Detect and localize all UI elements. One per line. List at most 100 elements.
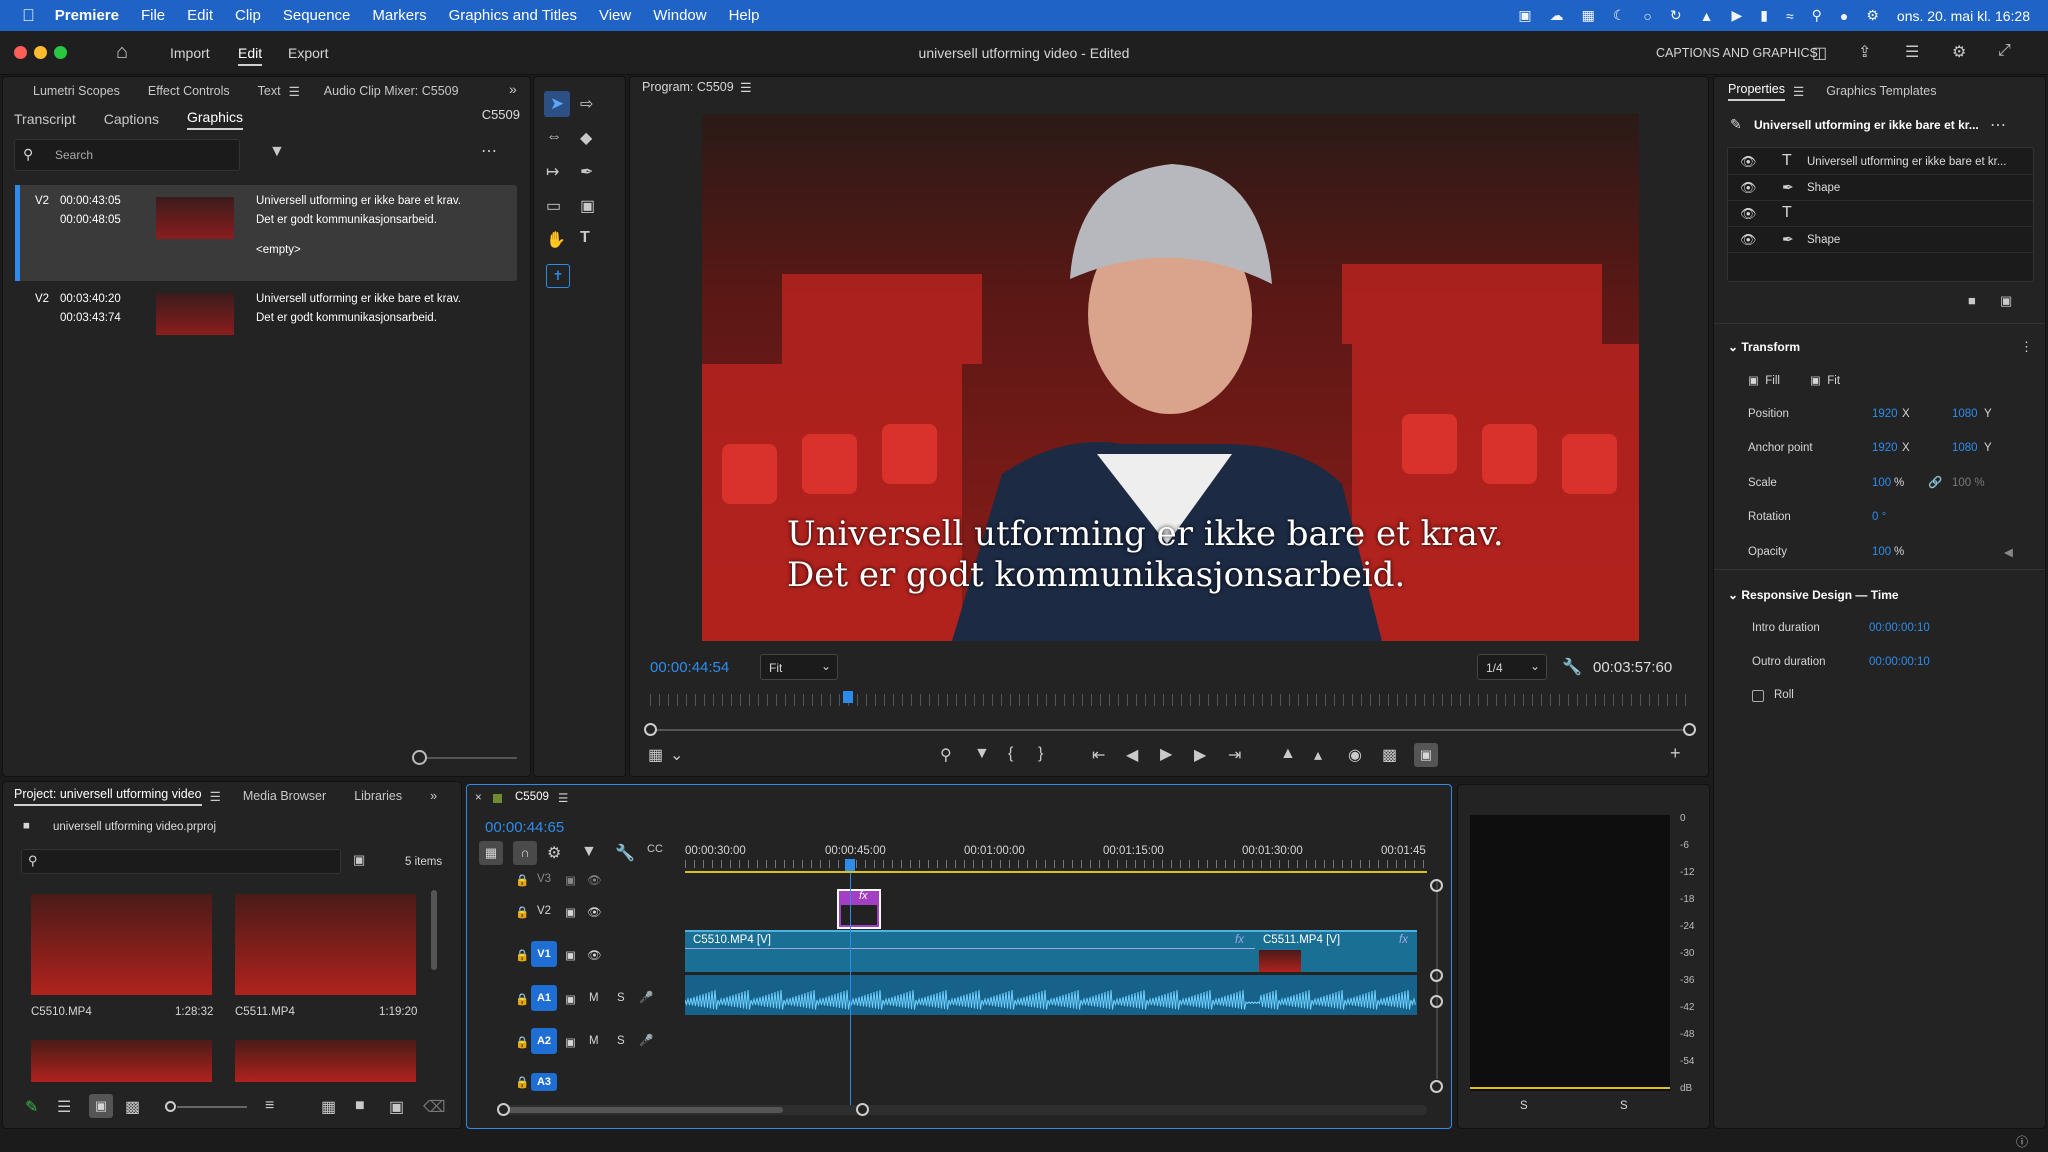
share-icon[interactable]: ⇪ <box>1858 42 1871 62</box>
scroll-handle[interactable] <box>1430 995 1443 1008</box>
extract-frame-icon[interactable]: ⚲ <box>940 745 952 765</box>
calendar-icon[interactable]: ▦ <box>1582 7 1595 24</box>
channel-solo-right[interactable]: S <box>1620 1100 1628 1112</box>
menu-icon[interactable]: ☰ <box>1793 84 1804 99</box>
toggle-sync-icon[interactable]: ▣ <box>565 873 576 887</box>
automate-icon[interactable]: ▦ <box>321 1097 336 1117</box>
clip-thumbnail[interactable] <box>31 894 212 995</box>
menu-edit[interactable]: Edit <box>187 7 213 24</box>
eye-icon[interactable]: 👁 <box>587 905 602 919</box>
layer-row[interactable]: 👁 T <box>1728 202 2033 227</box>
more-options-icon[interactable]: ⋯ <box>481 141 497 161</box>
battery-icon[interactable]: ▮ <box>1760 7 1768 24</box>
menu-icon[interactable]: ☰ <box>289 84 300 99</box>
creative-cloud-icon[interactable]: ○ <box>1643 8 1651 24</box>
sync-icon[interactable]: ↻ <box>1670 7 1682 24</box>
graphic-clip[interactable]: fx <box>837 889 881 929</box>
add-marker-icon[interactable]: ▼ <box>974 745 990 763</box>
timeline-playhead[interactable] <box>845 859 855 871</box>
type-tool-icon[interactable]: T <box>580 229 590 247</box>
ripple-edit-tool-icon[interactable]: ⇔ <box>546 128 562 146</box>
menu-graphics-titles[interactable]: Graphics and Titles <box>449 7 577 24</box>
anchor-y-value[interactable]: 1080 <box>1952 442 1978 454</box>
play-circle-icon[interactable]: ▶ <box>1731 7 1742 24</box>
go-to-in-icon[interactable]: ⇤ <box>1092 745 1105 765</box>
mark-in-icon[interactable]: { <box>1008 745 1013 763</box>
siri-icon[interactable]: ● <box>1840 8 1848 24</box>
wrench-icon[interactable]: 🔧 <box>1562 657 1582 677</box>
panel-layout-icon[interactable]: ◫ <box>1812 43 1827 63</box>
rectangle-tool-icon[interactable]: ▭ <box>546 196 561 216</box>
hand-tool-icon[interactable]: ✋ <box>546 230 566 250</box>
fit-button[interactable]: ▣ Fit <box>1810 373 1840 387</box>
close-icon[interactable]: × <box>475 792 482 804</box>
lock-icon[interactable]: 🔒 <box>515 948 529 962</box>
position-x-value[interactable]: 1920 <box>1872 408 1898 420</box>
tab-transcript[interactable]: Transcript <box>14 111 76 127</box>
info-icon[interactable]: ⓘ <box>2016 1133 2028 1150</box>
toggle-sync-icon[interactable]: ▣ <box>565 905 576 919</box>
solo-button[interactable]: S <box>617 992 625 1004</box>
menu-window[interactable]: Window <box>653 7 706 24</box>
search-input[interactable]: Search <box>55 148 93 162</box>
layer-row[interactable]: 👁 ✒ Shape <box>1728 228 2033 253</box>
clip-thumbnail[interactable] <box>235 894 416 995</box>
microphone-icon[interactable]: 🎤 <box>639 990 653 1004</box>
track-label-v3[interactable]: V3 <box>537 873 551 885</box>
lock-icon[interactable]: 🔒 <box>515 905 529 919</box>
workspace-menu[interactable]: CAPTIONS AND GRAPHICS <box>1656 46 1818 60</box>
monitor-playhead[interactable] <box>842 691 853 703</box>
step-forward-icon[interactable]: ▶ <box>1194 745 1206 765</box>
opacity-value[interactable]: 100 <box>1872 546 1891 558</box>
toggle-sync-icon[interactable]: ▣ <box>565 948 576 962</box>
clip-thumbnail[interactable] <box>235 1040 416 1082</box>
outro-duration-value[interactable]: 00:00:00:10 <box>1869 656 1930 668</box>
menu-file[interactable]: File <box>141 7 165 24</box>
wifi-icon[interactable]: ≈ <box>1786 8 1794 24</box>
captions-tool-icon[interactable]: ✝ <box>546 264 570 288</box>
channel-solo-left[interactable]: S <box>1520 1100 1528 1112</box>
zoom-handle-right[interactable] <box>1683 723 1696 736</box>
tab-text[interactable]: Text <box>258 84 281 98</box>
track-label-v2[interactable]: V2 <box>537 905 551 917</box>
graphic-list-item[interactable]: V2 00:03:40:20 00:03:43:74 Universell ut… <box>15 285 517 345</box>
filter-icon[interactable]: ▼ <box>269 143 285 161</box>
tab-libraries[interactable]: Libraries <box>354 789 402 803</box>
linked-selection-icon[interactable]: ⚙ <box>547 843 561 863</box>
sort-icon[interactable]: ≡ <box>265 1097 274 1115</box>
track-select-tool-icon[interactable]: ⇨ <box>580 94 593 114</box>
insert-nest-icon[interactable]: ▦ <box>479 841 503 865</box>
track-label-v1[interactable]: V1 <box>531 941 557 967</box>
solo-button[interactable]: S <box>617 1035 625 1047</box>
zoom-handle-left[interactable] <box>497 1103 510 1116</box>
current-timecode[interactable]: 00:00:44:54 <box>650 659 729 676</box>
monitor-ruler[interactable] <box>650 694 1690 706</box>
wrench-icon[interactable]: 🔧 <box>615 843 635 863</box>
captions-icon[interactable]: CC <box>647 843 663 855</box>
fullscreen-icon[interactable]: ⤢ <box>1998 42 2011 60</box>
mark-out-icon[interactable]: } <box>1038 745 1043 763</box>
quick-export-icon[interactable]: ☰ <box>1905 42 1919 62</box>
apple-icon[interactable]:  <box>22 6 35 26</box>
folder-icon[interactable]: ■ <box>1968 293 1976 308</box>
new-bin-icon[interactable]: ■ <box>355 1097 365 1115</box>
tab-graphics-templates[interactable]: Graphics Templates <box>1826 84 1936 98</box>
scroll-handle[interactable] <box>1430 879 1443 892</box>
step-back-icon[interactable]: ◀ <box>1126 745 1138 765</box>
project-search-input[interactable]: ⚲ <box>21 849 341 874</box>
menu-view[interactable]: View <box>599 7 631 24</box>
scale-value[interactable]: 100 <box>1872 477 1891 489</box>
resolution-dropdown[interactable]: 1/4 ⌄ <box>1477 654 1547 680</box>
more-panels-icon[interactable]: » <box>430 789 437 803</box>
menu-markers[interactable]: Markers <box>372 7 426 24</box>
list-view-icon[interactable]: ☰ <box>57 1097 71 1117</box>
responsive-design-header[interactable]: ⌄ Responsive Design — Time <box>1728 588 1899 602</box>
tab-captions[interactable]: Captions <box>104 111 159 127</box>
timeline-ruler[interactable] <box>685 860 1427 868</box>
tab-audio-clip-mixer[interactable]: Audio Clip Mixer: C5509 <box>324 84 459 98</box>
graphic-list-item[interactable]: V2 00:00:43:05 00:00:48:05 Universell ut… <box>15 185 517 281</box>
snap-icon[interactable]: ∩ <box>513 841 537 865</box>
eye-icon[interactable]: 👁 <box>1740 232 1757 248</box>
lock-icon[interactable]: 🔒 <box>515 1075 529 1089</box>
transform-header[interactable]: ⌄ Transform <box>1728 340 1800 354</box>
